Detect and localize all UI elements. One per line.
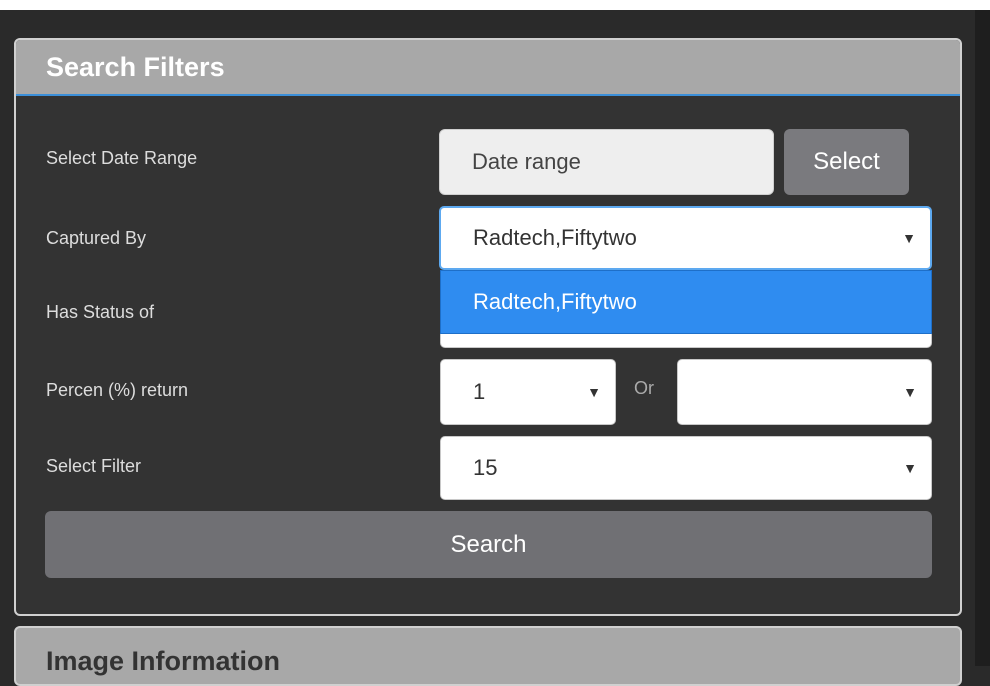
select-filter-select[interactable]: 15 ▼	[440, 436, 932, 500]
search-filters-title: Search Filters	[46, 51, 225, 82]
chevron-down-icon: ▼	[902, 230, 916, 246]
date-range-label: Select Date Range	[46, 148, 198, 168]
search-button[interactable]: Search	[45, 511, 932, 578]
search-button-label: Search	[450, 530, 527, 558]
captured-by-option[interactable]: Radtech,Fiftytwo	[440, 270, 932, 334]
select-filter-value: 15	[473, 455, 498, 480]
date-range-input[interactable]: Date range	[439, 129, 774, 195]
image-information-title: Image Information	[46, 646, 281, 676]
percent-return-label: Percen (%) return	[46, 380, 189, 400]
percent-return-value: 1	[473, 379, 486, 404]
image-information-panel[interactable]: Image Information	[14, 626, 962, 686]
top-strip	[0, 0, 990, 10]
captured-by-label: Captured By	[46, 228, 147, 248]
captured-by-value: Radtech,Fiftytwo	[473, 225, 637, 250]
percent-return-alt-select[interactable]: ▼	[677, 359, 932, 425]
select-filter-label: Select Filter	[46, 456, 142, 476]
chevron-down-icon: ▼	[587, 384, 601, 400]
status-label: Has Status of	[46, 302, 155, 322]
captured-by-select[interactable]: Radtech,Fiftytwo ▼	[439, 206, 932, 270]
date-range-placeholder: Date range	[472, 149, 581, 174]
percent-return-select[interactable]: 1 ▼	[440, 359, 616, 425]
captured-by-option-label: Radtech,Fiftytwo	[473, 289, 637, 314]
scroll-edge	[975, 10, 990, 666]
select-date-button[interactable]: Select	[784, 129, 909, 195]
or-label: Or	[634, 378, 654, 398]
search-filters-header[interactable]: Search Filters	[16, 40, 960, 96]
chevron-down-icon: ▼	[903, 460, 917, 476]
chevron-down-icon: ▼	[903, 384, 917, 400]
select-date-button-label: Select	[813, 148, 880, 175]
